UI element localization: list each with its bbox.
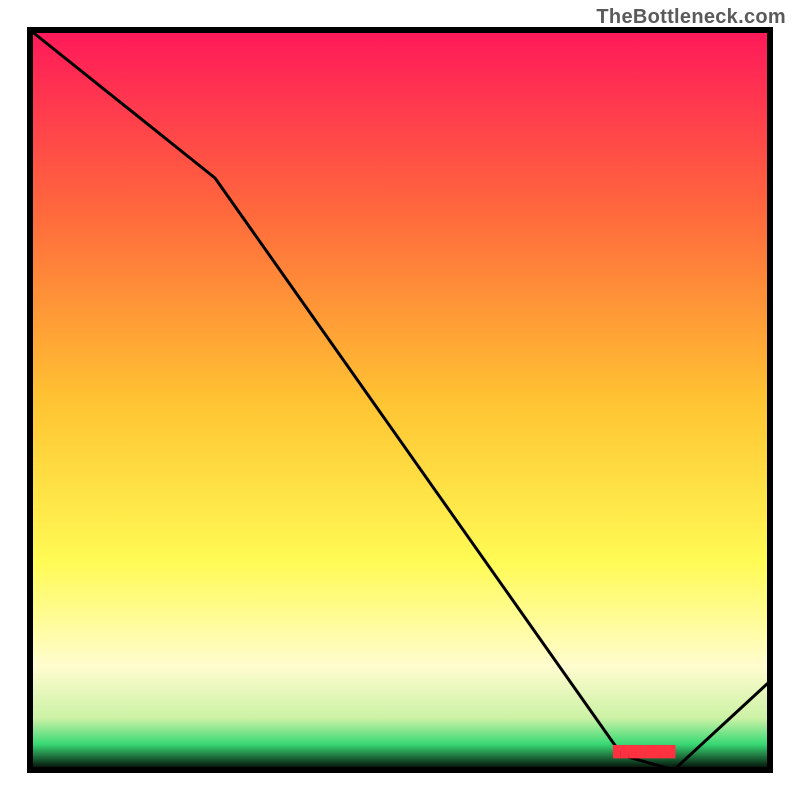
gradient-background (30, 30, 770, 770)
optimal-annotation: ████████ (613, 744, 676, 759)
bottleneck-chart: TheBottleneck.com ████████ (0, 0, 800, 800)
watermark-text: TheBottleneck.com (596, 6, 786, 29)
chart-canvas: ████████ (0, 0, 800, 800)
